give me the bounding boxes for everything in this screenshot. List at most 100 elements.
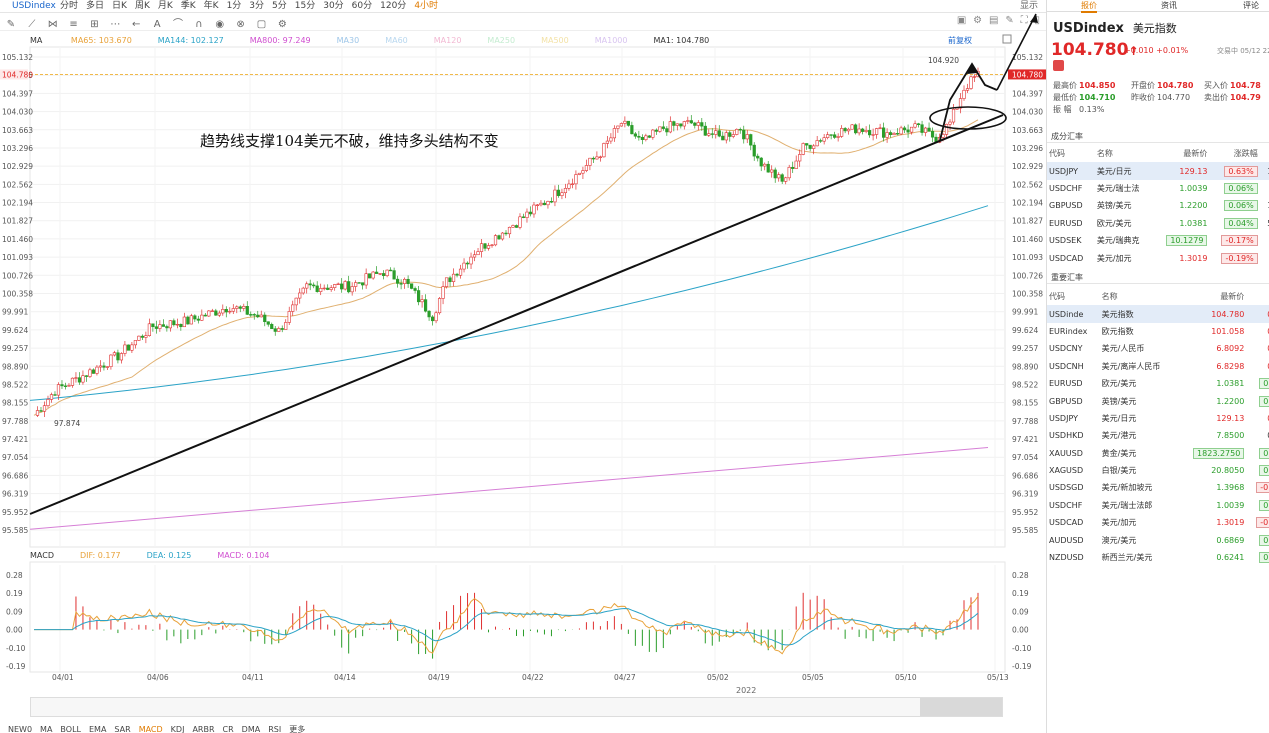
indicator-tab[interactable]: MA [40, 725, 52, 733]
indicator-tab[interactable]: NEW0 [8, 725, 32, 733]
column-header[interactable]: 最新价 [1153, 145, 1209, 162]
indicator-tab[interactable]: BOLL [60, 725, 81, 733]
prev-value: 3.6 [1260, 180, 1269, 197]
table-row[interactable]: XAUUSD 黄金/美元 1823.2750 0.08 [1047, 445, 1269, 462]
price-text: 1823.2750 [1193, 447, 1245, 459]
column-header[interactable]: 名称 [1095, 145, 1153, 162]
section-components: 成分汇率 [1047, 130, 1269, 143]
price-tick-label-left: 99.991 [2, 308, 28, 317]
macd-legend-item[interactable]: MACD [30, 551, 54, 560]
table-row[interactable]: USDCNH 美元/离岸人民币 6.82980.06 [1047, 358, 1269, 375]
candle-body [892, 133, 896, 135]
table-row[interactable]: USDCHF 美元/瑞士法郎 1.0039 0.06 [1047, 497, 1269, 514]
table-row[interactable]: NZDUSD 新西兰元/美元 0.6241 0.19 [1047, 549, 1269, 566]
macd-legend-item[interactable]: DEA: 0.125 [147, 551, 192, 560]
price-text: 129.13 [1179, 166, 1208, 176]
candle-body [665, 128, 669, 133]
price-tick-label-left: 104.030 [2, 108, 33, 117]
candle-body [902, 127, 907, 131]
price-chart[interactable]: 105.132105.132104.765104.765104.397104.3… [0, 0, 1046, 700]
date-tick-label: 04/06 [147, 673, 169, 682]
indicator-tab[interactable]: SAR [114, 725, 130, 733]
symbol-code: GBPUSD [1049, 396, 1083, 406]
candle-body [472, 254, 477, 258]
pct-text: 0.04% [1224, 217, 1258, 229]
price-tick-label-left: 101.827 [2, 217, 33, 226]
price-text: 20.8050 [1211, 466, 1245, 476]
table-row[interactable]: GBPUSD 英镑/美元 1.2200 0.06%11.9 [1047, 197, 1269, 214]
price-tick-label-left: 101.093 [2, 253, 33, 262]
table-row[interactable]: USDJPY 美元/日元 129.130.63 [1047, 410, 1269, 427]
candle-body [196, 318, 200, 321]
symbol-code: USDJPY [1047, 162, 1095, 180]
column-header[interactable]: 涨跌幅 [1209, 145, 1259, 162]
candle-body [560, 192, 564, 196]
candle-body [154, 326, 158, 329]
candle-body [56, 384, 61, 396]
table-row[interactable]: USDinde美元指数 104.7800.01 [1047, 305, 1269, 323]
pct-text: 0.63% [1224, 165, 1258, 177]
column-header[interactable]: 最新价 [1178, 288, 1247, 305]
candle-body [102, 365, 106, 368]
price-tick-label-left: 97.421 [2, 435, 28, 444]
indicator-tab[interactable]: ARBR [192, 725, 214, 733]
table-row[interactable]: EURindex 欧元指数 101.0580.10 [1047, 323, 1269, 340]
table-row[interactable]: USDCHF 美元/瑞士法 1.0039 0.06%3.6 [1047, 180, 1269, 197]
column-header[interactable]: 代码 [1047, 145, 1095, 162]
indicator-tab[interactable]: 更多 [289, 725, 305, 733]
indicator-tab[interactable]: KDJ [171, 725, 185, 733]
table-row[interactable]: USDSGD 美元/新加坡元 1.3968 -0.01 [1047, 479, 1269, 496]
table-row[interactable]: USDCNY 美元/人民币 6.80920.34 [1047, 340, 1269, 357]
candle-body [287, 311, 291, 323]
date-tick-label: 05/13 [987, 673, 1009, 682]
column-header[interactable]: 昨 [1260, 145, 1269, 162]
time-navigator[interactable] [30, 697, 1003, 717]
candle-body [661, 126, 665, 129]
symbol-name: 新西兰元/美元 [1101, 553, 1153, 563]
last-price: 20.8050 [1178, 462, 1247, 479]
indicator-tab[interactable]: RSI [268, 725, 281, 733]
candle-body [291, 304, 295, 312]
navigator-thumb[interactable] [920, 698, 1002, 716]
price-text: 1.3019 [1216, 518, 1245, 528]
symbol-code: GBPUSD [1049, 201, 1083, 211]
candle-body [944, 123, 949, 135]
table-row[interactable]: USDHKD 美元/港元 7.85000.00 [1047, 427, 1269, 444]
price-tick-label-right: 101.093 [1012, 253, 1043, 262]
candle-body [927, 127, 931, 132]
amplitude-row: 振 幅 0.13% [1053, 104, 1269, 116]
tab-comments[interactable]: 评论 [1243, 0, 1259, 11]
column-header[interactable]: 名称 [1100, 288, 1178, 305]
indicator-tab[interactable]: EMA [89, 725, 106, 733]
candle-body [619, 123, 623, 127]
table-row[interactable]: AUDUSD 澳元/美元 0.6869 0.22 [1047, 531, 1269, 548]
date-tick-label: 04/11 [242, 673, 264, 682]
candle-body [434, 312, 438, 322]
tab-news[interactable]: 资讯 [1161, 0, 1177, 11]
candle-body [514, 225, 519, 228]
favorite-heart-icon[interactable] [1053, 60, 1064, 71]
indicator-tab[interactable]: DMA [242, 725, 261, 733]
symbol-name: 白银/美元 [1101, 466, 1137, 476]
candle-body [361, 282, 365, 286]
column-header[interactable]: 代码 [1047, 288, 1100, 305]
table-row[interactable]: XAGUSD 白银/美元 20.8050 0.60 [1047, 462, 1269, 479]
table-row[interactable]: GBPUSD 英镑/美元 1.2200 0.06 [1047, 392, 1269, 409]
symbol-code: XAGUSD [1049, 466, 1084, 476]
candle-body [137, 335, 141, 341]
macd-legend-item[interactable]: MACD: 0.104 [217, 551, 269, 560]
table-row[interactable]: USDCAD 美元/加元 1.3019 -0.19 [1047, 514, 1269, 531]
candle-body [714, 130, 718, 135]
indicator-tab[interactable]: CR [223, 725, 234, 733]
macd-legend-item[interactable]: DIF: 0.177 [80, 551, 121, 560]
table-row[interactable]: USDSEK 美元/瑞典克 10.1279 -0.17%4.2 [1047, 232, 1269, 249]
table-row[interactable]: EURUSD 欧元/美元 1.0381 0.04 [1047, 375, 1269, 392]
indicator-tab[interactable]: MACD [139, 725, 163, 733]
table-row[interactable]: USDCAD 美元/加元 1.3019 -0.19%9.1 [1047, 249, 1269, 266]
column-header[interactable]: 涨跌 [1246, 288, 1269, 305]
table-row[interactable]: USDJPY美元/日元 129.13 0.63%13.6 [1047, 162, 1269, 180]
change-pct: 0.01 [1246, 305, 1269, 323]
table-row[interactable]: EURUSD 欧元/美元 1.0381 0.04%57.6 [1047, 215, 1269, 232]
candle-body [168, 320, 172, 329]
candle-body [633, 133, 637, 137]
